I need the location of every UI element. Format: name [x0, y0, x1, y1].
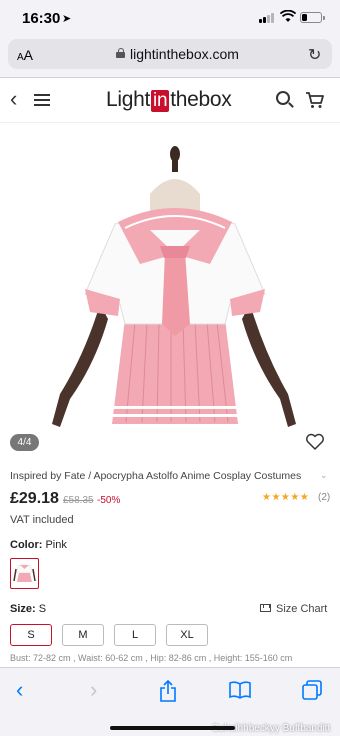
size-option-xl[interactable]: XL	[166, 624, 208, 646]
search-icon[interactable]	[276, 91, 294, 109]
expand-chevron-icon[interactable]: ⌄	[320, 470, 328, 481]
reload-icon[interactable]: ↻	[308, 45, 321, 65]
ruler-icon	[260, 604, 271, 612]
size-label-title: Size:	[10, 603, 36, 615]
menu-icon[interactable]	[34, 94, 50, 106]
url-text[interactable]: lightinthebox.com	[130, 46, 239, 62]
share-icon[interactable]	[159, 680, 177, 702]
color-label: Color: Pink	[10, 539, 67, 551]
photo-counter: 4/4	[10, 434, 39, 451]
size-measurements: Bust: 72-82 cm , Waist: 60-62 cm , Hip: …	[10, 653, 293, 663]
review-count[interactable]: (2)	[318, 492, 330, 503]
original-price: £58.35	[63, 495, 94, 506]
logo-text-highlight: in	[151, 90, 170, 112]
address-bar[interactable]: AA lightinthebox.com ↻	[8, 39, 332, 69]
logo-text-left: Light	[106, 88, 151, 111]
browser-back-icon[interactable]: ‹	[16, 679, 23, 701]
status-bar: 16:30 ➤	[0, 0, 340, 36]
size-option-m[interactable]: M	[62, 624, 104, 646]
site-logo[interactable]: Light in thebox	[106, 88, 232, 112]
size-option-s[interactable]: S	[10, 624, 52, 646]
status-time: 16:30	[22, 10, 61, 27]
battery-level	[302, 14, 307, 21]
vat-note: VAT included	[10, 514, 74, 526]
size-label: Size: S	[10, 603, 46, 615]
browser-forward-icon[interactable]: ›	[90, 679, 97, 701]
text-size-button[interactable]: AA	[17, 47, 33, 63]
bookmarks-icon[interactable]	[229, 681, 251, 699]
costume-illustration	[52, 146, 296, 427]
logo-text-right: thebox	[170, 88, 232, 111]
site-header: ‹ Light in thebox	[0, 79, 340, 123]
color-swatch-pink[interactable]	[10, 558, 39, 589]
size-value: S	[38, 603, 47, 615]
swatch-thumbnail	[13, 564, 36, 582]
product-image[interactable]	[0, 124, 340, 460]
product-title: Inspired by Fate / Apocrypha Astolfo Ani…	[10, 470, 302, 482]
tabs-icon[interactable]	[302, 680, 322, 700]
rating-stars[interactable]: ★★★★★	[262, 492, 309, 503]
lock-icon	[116, 48, 125, 58]
wifi-icon	[280, 10, 296, 22]
back-chevron-icon[interactable]: ‹	[10, 88, 17, 110]
browser-address-area: AA lightinthebox.com ↻	[0, 36, 340, 78]
color-value: Pink	[45, 539, 67, 551]
sale-price: £29.18	[10, 490, 59, 507]
cart-icon[interactable]	[305, 90, 325, 110]
home-indicator	[110, 726, 235, 730]
battery-icon	[300, 12, 325, 23]
cellular-signal-icon	[259, 12, 274, 23]
size-option-l[interactable]: L	[114, 624, 156, 646]
color-label-title: Color:	[10, 539, 43, 551]
discount-badge: -50%	[97, 495, 121, 506]
size-chart-link[interactable]: Size Chart	[260, 603, 327, 615]
location-arrow-icon: ➤	[62, 13, 72, 25]
favorite-heart-icon[interactable]	[305, 433, 325, 451]
size-chart-label: Size Chart	[276, 603, 328, 615]
